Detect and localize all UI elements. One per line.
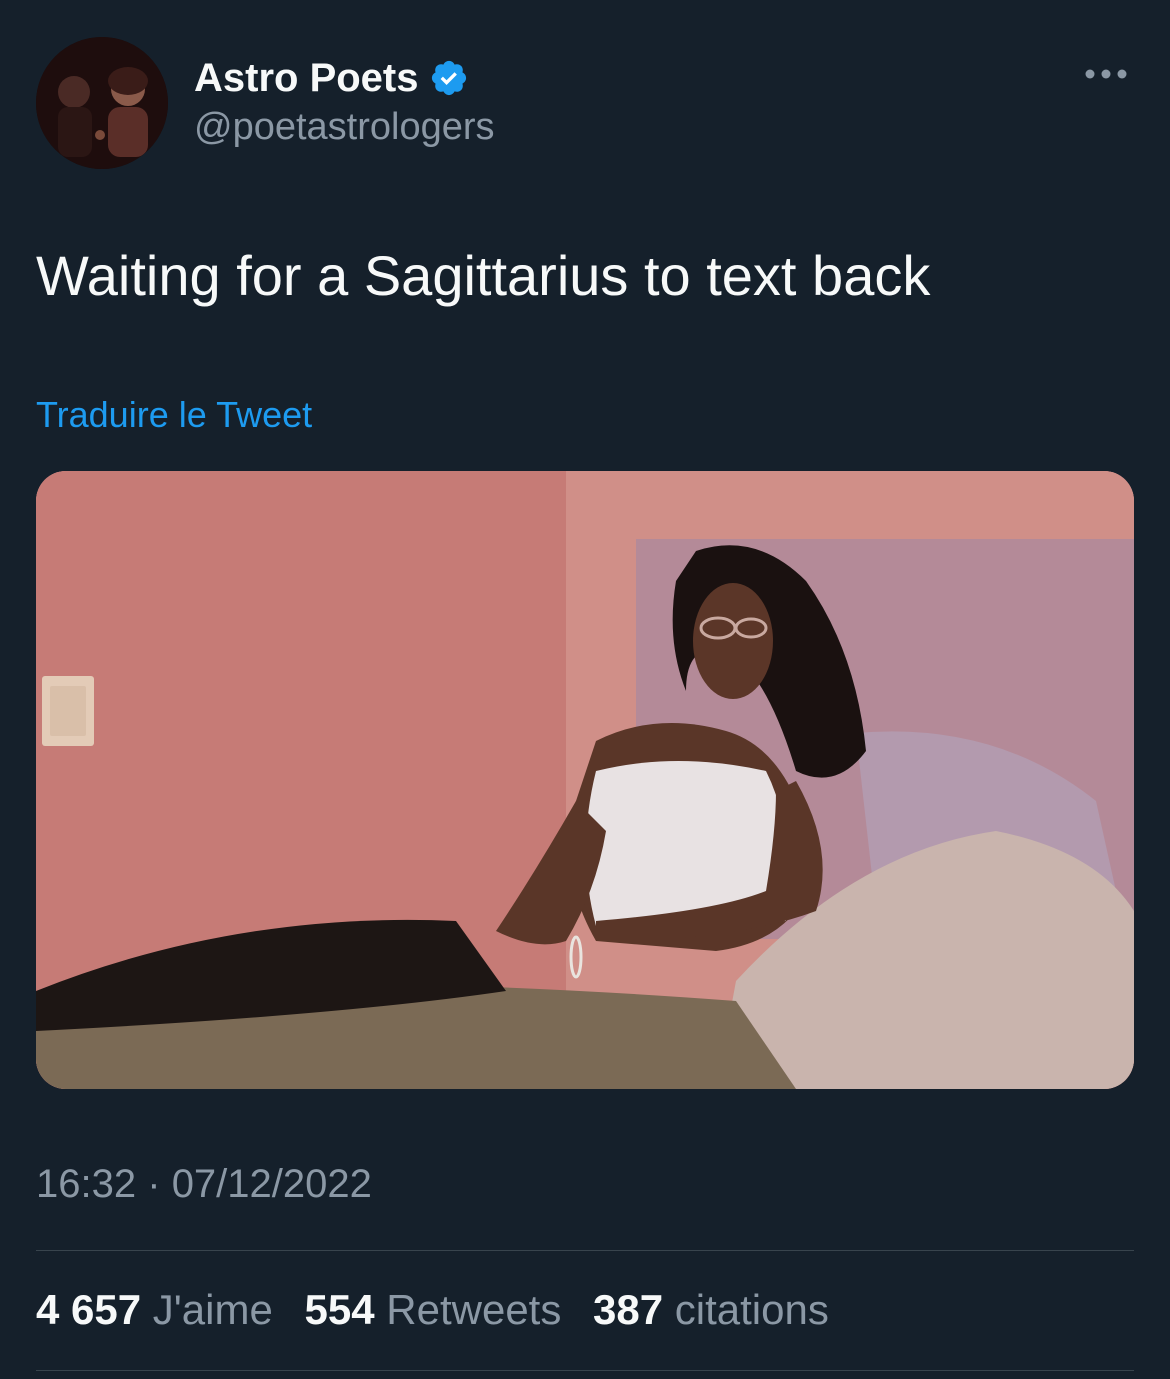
likes-label: J'aime <box>152 1286 273 1333</box>
retweets-count: 554 <box>304 1286 375 1333</box>
likes-stat[interactable]: 4 657 J'aime <box>36 1286 273 1334</box>
tweet-media-photo[interactable] <box>36 471 1134 1089</box>
tweet-timestamp[interactable]: 16:32 · 07/12/2022 <box>36 1162 372 1207</box>
retweets-label: Retweets <box>386 1286 562 1333</box>
divider-bottom <box>36 1370 1134 1371</box>
author-handle[interactable]: @poetastrologers <box>194 106 495 149</box>
translate-tweet-link[interactable]: Traduire le Tweet <box>36 394 312 436</box>
quotes-count: 387 <box>593 1286 664 1333</box>
tweet-text: Waiting for a Sagittarius to text back <box>36 244 931 307</box>
tweet-date: 07/12/2022 <box>171 1162 372 1206</box>
author-avatar[interactable] <box>36 37 168 169</box>
quotes-stat[interactable]: 387 citations <box>593 1286 829 1334</box>
likes-count: 4 657 <box>36 1286 142 1333</box>
more-options-button[interactable] <box>1080 56 1132 92</box>
profile-photo-avatar <box>36 37 168 169</box>
photo-illustration <box>36 471 1134 1089</box>
divider-top <box>36 1250 1134 1251</box>
retweets-stat[interactable]: 554 Retweets <box>305 1286 562 1334</box>
quotes-label: citations <box>674 1286 829 1333</box>
meta-separator: · <box>147 1162 161 1206</box>
engagement-stats: 4 657 J'aime 554 Retweets 387 citations <box>36 1286 849 1334</box>
author-name-row[interactable]: Astro Poets <box>194 52 469 104</box>
author-display-name[interactable]: Astro Poets <box>194 56 419 101</box>
more-options-icon <box>1085 69 1127 79</box>
tweet-time: 16:32 <box>36 1162 137 1206</box>
verified-badge-icon <box>429 58 469 98</box>
